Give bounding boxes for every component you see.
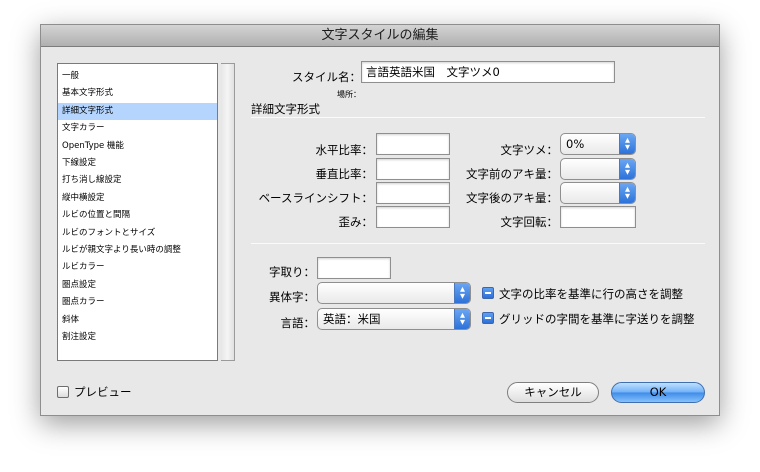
- list-item-strikethrough[interactable]: 打ち消し線設定: [58, 172, 217, 189]
- cancel-button[interactable]: キャンセル: [507, 382, 599, 403]
- language-dropdown[interactable]: 英語：米国 ▲ ▼: [317, 308, 471, 330]
- up-down-arrows-icon[interactable]: ▲ ▼: [454, 283, 470, 303]
- aki-after-label: 文字後のアキ量：: [466, 191, 558, 205]
- up-down-arrows-icon[interactable]: ▲ ▼: [619, 159, 635, 179]
- mojidori-field[interactable]: [317, 257, 391, 279]
- style-name-field[interactable]: 言語英語米国 文字ツメ0: [361, 61, 615, 83]
- vertical-scale-label: 垂直比率：: [315, 167, 374, 181]
- section-divider-top: [251, 117, 705, 118]
- tsume-value: 0%: [566, 137, 585, 151]
- list-item-ruby-font[interactable]: ルビのフォントとサイズ: [58, 225, 217, 242]
- section-divider-middle: [251, 243, 705, 244]
- list-item-italic[interactable]: 斜体: [58, 312, 217, 329]
- baseline-shift-label: ベースラインシフト：: [258, 191, 373, 205]
- variant-dropdown[interactable]: ▲ ▼: [317, 282, 471, 304]
- mojidori-label: 字取り：: [269, 265, 315, 279]
- up-down-arrows-icon[interactable]: ▲ ▼: [619, 134, 635, 154]
- list-item-char-color[interactable]: 文字カラー: [58, 120, 217, 137]
- edit-character-style-dialog: 文字スタイルの編集 一般 基本文字形式 詳細文字形式 文字カラー OpenTyp…: [40, 24, 720, 416]
- skew-label: 歪み：: [338, 215, 374, 229]
- horizontal-scale-label: 水平比率：: [315, 143, 374, 157]
- tsume-label: 文字ツメ：: [500, 143, 559, 157]
- list-item-general[interactable]: 一般: [58, 68, 217, 85]
- grid-tracking-checkbox[interactable]: [482, 312, 494, 324]
- list-item-basic-char-formats[interactable]: 基本文字形式: [58, 85, 217, 102]
- aki-after-combo[interactable]: ▲ ▼: [560, 182, 636, 204]
- language-label: 言語：: [280, 316, 316, 330]
- section-title: 詳細文字形式: [251, 102, 320, 116]
- preview-checkbox[interactable]: [57, 386, 69, 398]
- ratio-line-height-checkbox[interactable]: [482, 287, 494, 299]
- dialog-title: 文字スタイルの編集: [41, 25, 719, 47]
- tsume-combo[interactable]: 0% ▲ ▼: [560, 133, 636, 155]
- list-item-opentype[interactable]: OpenType 機能: [58, 138, 217, 155]
- char-rotation-field[interactable]: [560, 206, 636, 228]
- aki-before-label: 文字前のアキ量：: [466, 167, 558, 181]
- category-list[interactable]: 一般 基本文字形式 詳細文字形式 文字カラー OpenType 機能 下線設定 …: [57, 63, 218, 361]
- variant-label: 異体字：: [269, 290, 315, 304]
- location-label: 場所：: [337, 90, 361, 99]
- preview-label: プレビュー: [74, 385, 132, 399]
- baseline-shift-field[interactable]: [376, 182, 450, 204]
- up-down-arrows-icon[interactable]: ▲ ▼: [454, 309, 470, 329]
- ok-button[interactable]: OK: [611, 382, 705, 403]
- list-item-warichu[interactable]: 割注設定: [58, 329, 217, 346]
- ratio-line-height-label: 文字の比率を基準に行の高さを調整: [499, 287, 683, 301]
- language-value: 英語：米国: [323, 312, 381, 326]
- list-item-tate-chu-yoko[interactable]: 縦中横設定: [58, 190, 217, 207]
- grid-tracking-label: グリッドの字間を基準に字送りを調整: [499, 312, 695, 326]
- style-name-label: スタイル名：: [292, 70, 361, 84]
- list-item-advanced-char-formats[interactable]: 詳細文字形式: [58, 102, 217, 121]
- horizontal-scale-field[interactable]: [376, 133, 450, 155]
- up-down-arrows-icon[interactable]: ▲ ▼: [619, 183, 635, 203]
- list-item-kenten-color[interactable]: 圏点カラー: [58, 294, 217, 311]
- list-item-ruby-color[interactable]: ルビカラー: [58, 259, 217, 276]
- list-item-kenten[interactable]: 圏点設定: [58, 277, 217, 294]
- list-item-underline[interactable]: 下線設定: [58, 155, 217, 172]
- vertical-scale-field[interactable]: [376, 158, 450, 180]
- list-item-ruby-overhang[interactable]: ルビが親文字より長い時の調整: [58, 242, 217, 259]
- char-rotation-label: 文字回転：: [500, 215, 559, 229]
- list-item-ruby-position[interactable]: ルビの位置と間隔: [58, 207, 217, 224]
- skew-field[interactable]: [376, 206, 450, 228]
- aki-before-combo[interactable]: ▲ ▼: [560, 158, 636, 180]
